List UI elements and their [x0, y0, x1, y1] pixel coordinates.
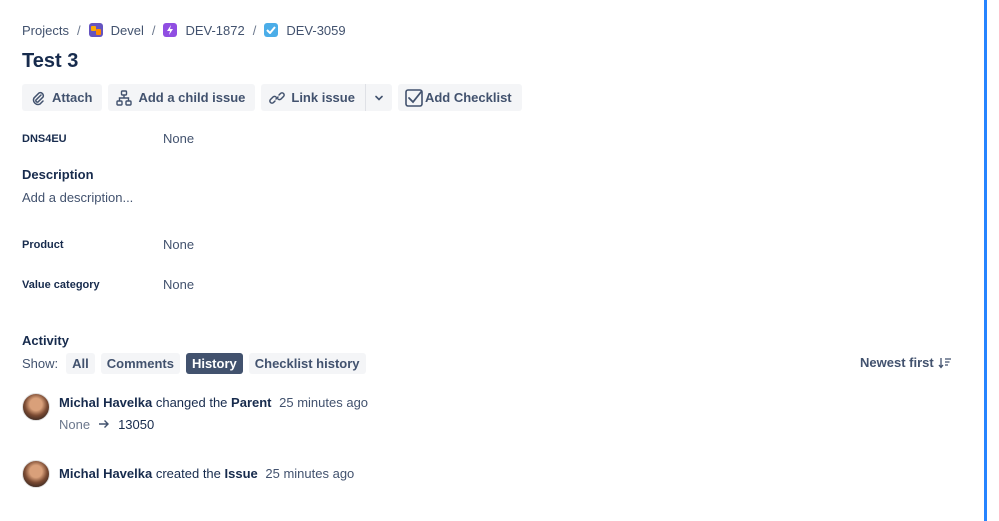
sort-order-button[interactable]: Newest first: [860, 355, 952, 370]
breadcrumb-separator: /: [76, 22, 81, 38]
field-value[interactable]: None: [163, 131, 194, 146]
history-entry: Michal Havelka created the Issue 25 minu…: [22, 460, 354, 488]
breadcrumb-project-label: Devel: [110, 22, 144, 38]
field-value-category: Value category None: [22, 277, 194, 292]
field-product: Product None: [22, 237, 194, 252]
panel-edge-border: [984, 0, 987, 521]
description-editor[interactable]: Add a description...: [22, 190, 133, 205]
link-icon: [269, 91, 286, 104]
link-issue-button[interactable]: Link issue: [261, 84, 365, 111]
new-value: 13050: [118, 417, 155, 432]
paperclip-icon: [32, 91, 45, 105]
breadcrumb-issue-label: DEV-3059: [286, 22, 346, 38]
hierarchy-icon: [116, 89, 133, 106]
breadcrumb-issue[interactable]: DEV-3059: [264, 22, 346, 38]
history-entry-text: Michal Havelka created the Issue 25 minu…: [59, 466, 354, 488]
old-value: None: [59, 417, 91, 432]
sort-order-label: Newest first: [860, 355, 934, 370]
breadcrumb-epic-label: DEV-1872: [185, 22, 245, 38]
breadcrumb-separator: /: [151, 22, 156, 38]
history-change: None 13050: [59, 417, 154, 432]
history-target: Parent: [231, 395, 272, 410]
show-label: Show:: [22, 356, 59, 371]
history-action: created the: [155, 466, 221, 481]
field-label: Product: [22, 238, 64, 251]
epic-icon: [163, 23, 178, 37]
checkbox-icon: [405, 88, 423, 107]
filter-history[interactable]: History: [185, 353, 243, 374]
user-name[interactable]: Michal Havelka: [59, 466, 152, 481]
field-dns4eu: DNS4EU None: [22, 131, 194, 146]
breadcrumb-epic[interactable]: DEV-1872: [163, 22, 245, 38]
attach-label: Attach: [52, 90, 93, 105]
activity-heading: Activity: [22, 333, 69, 348]
filter-all[interactable]: All: [66, 353, 95, 374]
history-time: 25 minutes ago: [265, 466, 355, 481]
history-action: changed the: [155, 395, 228, 410]
sort-descending-icon: [938, 357, 951, 369]
field-value[interactable]: None: [163, 277, 194, 292]
field-value[interactable]: None: [163, 237, 194, 252]
breadcrumb-separator: /: [252, 22, 257, 38]
history-target: Issue: [224, 466, 258, 481]
activity-filter-bar: Show: All Comments History Checklist his…: [22, 353, 372, 374]
link-issue-dropdown-button[interactable]: [364, 84, 392, 111]
issue-title[interactable]: Test 3: [22, 50, 78, 73]
breadcrumb-project[interactable]: Devel: [88, 22, 144, 38]
filter-comments[interactable]: Comments: [100, 353, 180, 374]
field-label: DNS4EU: [22, 132, 67, 145]
avatar[interactable]: [22, 393, 50, 421]
add-checklist-label: Add Checklist: [424, 90, 512, 105]
arrow-right-icon: [98, 417, 110, 432]
history-time: 25 minutes ago: [279, 395, 369, 410]
breadcrumb-projects[interactable]: Projects: [22, 23, 69, 38]
attach-button[interactable]: Attach: [22, 84, 103, 111]
link-issue-label: Link issue: [291, 90, 355, 105]
chevron-down-icon: [375, 95, 383, 101]
project-avatar-icon: [88, 23, 103, 37]
breadcrumb: Projects / Devel / DEV-1872 / DEV-3059: [22, 22, 346, 38]
add-child-issue-label: Add a child issue: [138, 90, 246, 105]
avatar[interactable]: [22, 460, 50, 488]
user-name[interactable]: Michal Havelka: [59, 395, 152, 410]
add-checklist-button[interactable]: Add Checklist: [397, 84, 522, 111]
task-icon: [264, 23, 279, 37]
filter-checklist-history[interactable]: Checklist history: [248, 353, 366, 374]
issue-toolbar: Attach Add a child issue Link issue Add …: [22, 84, 528, 111]
add-child-issue-button[interactable]: Add a child issue: [108, 84, 256, 111]
field-label: Value category: [22, 278, 100, 291]
description-heading: Description: [22, 167, 94, 182]
